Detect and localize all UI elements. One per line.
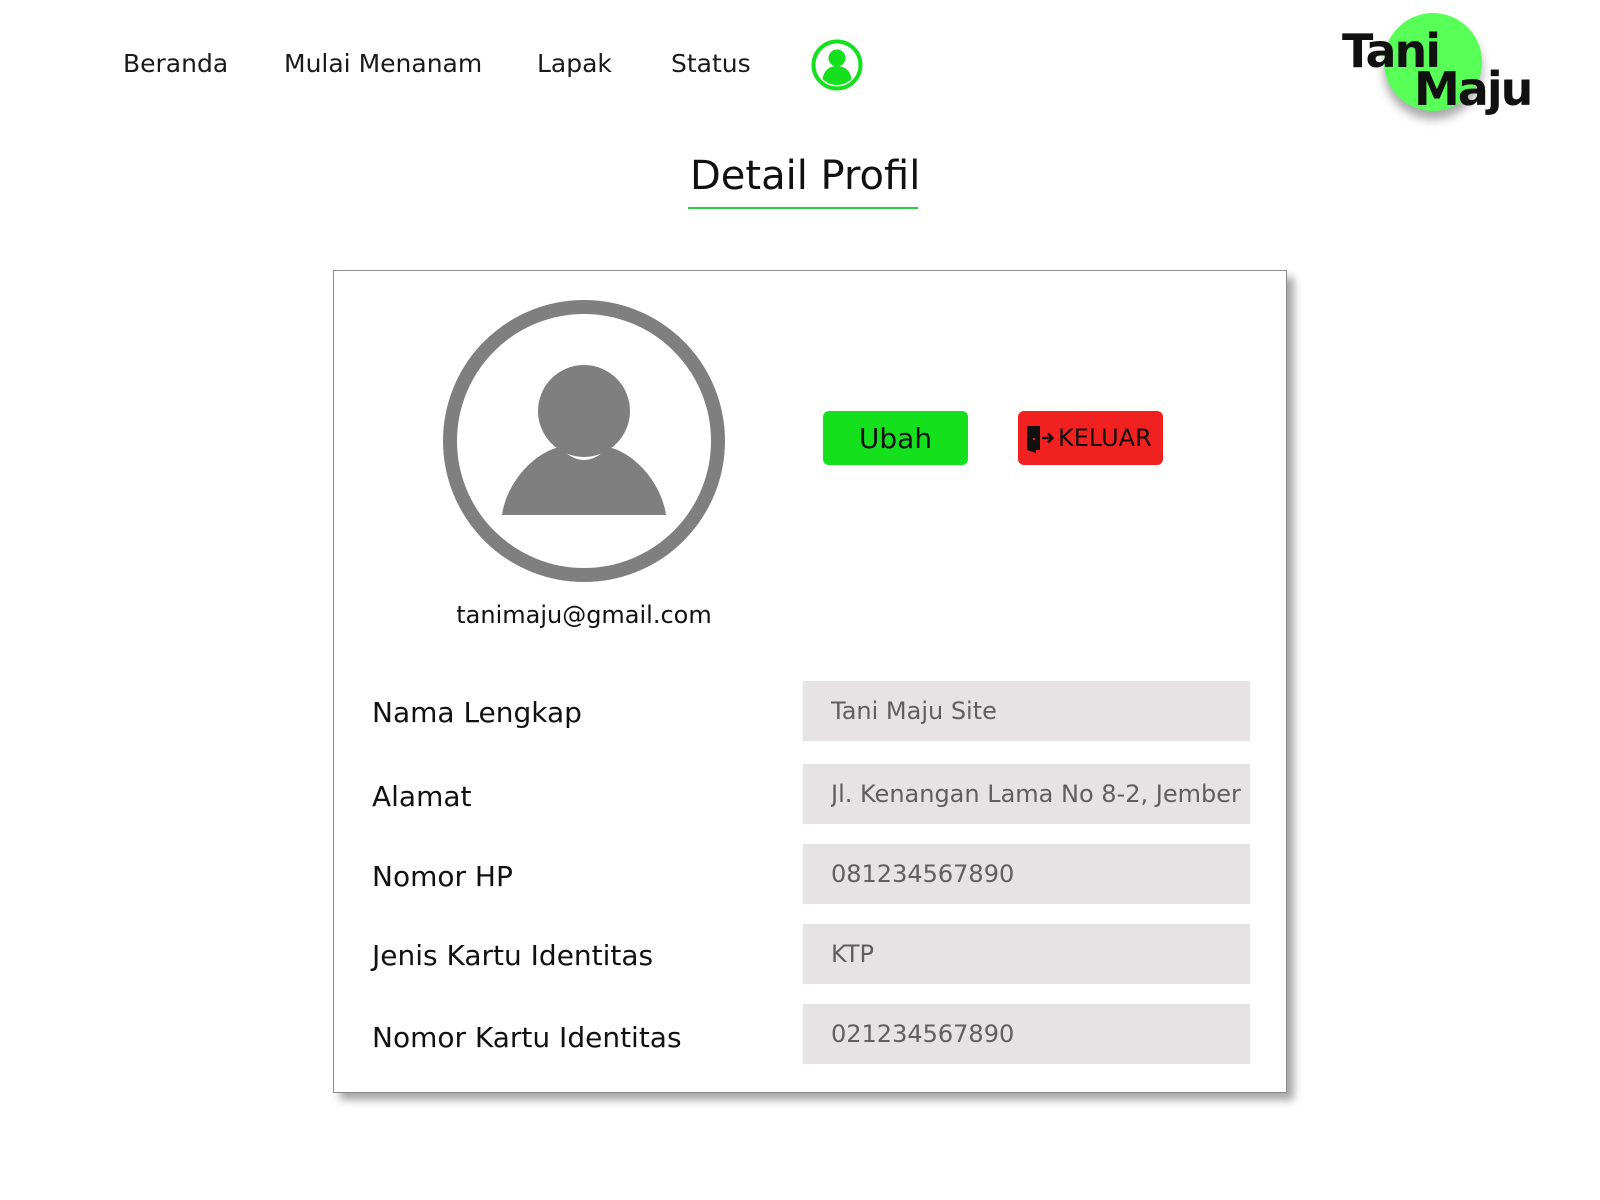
tanimaju-logo[interactable]: Tani Maju: [1340, 10, 1540, 125]
field-label-address: Alamat: [372, 780, 472, 813]
profile-card: tanimaju@gmail.com Ubah KELUAR Nama Leng…: [333, 270, 1287, 1093]
field-label-id-card-type: Jenis Kartu Identitas: [372, 939, 654, 972]
id-card-type-field[interactable]: [803, 924, 1250, 984]
user-avatar-icon: [443, 300, 725, 582]
full-name-field[interactable]: [803, 681, 1250, 741]
field-label-id-card-number: Nomor Kartu Identitas: [372, 1021, 682, 1054]
id-card-number-field[interactable]: [803, 1004, 1250, 1064]
address-field[interactable]: [803, 764, 1250, 824]
title-underline: [688, 207, 918, 209]
logout-label: KELUAR: [1058, 424, 1152, 452]
phone-field[interactable]: [803, 844, 1250, 904]
top-nav: Beranda Mulai Menanam Lapak Status: [0, 42, 900, 86]
edit-profile-button[interactable]: Ubah: [823, 411, 968, 465]
field-label-full-name: Nama Lengkap: [372, 696, 582, 729]
logo-text-maju: Maju: [1414, 62, 1533, 116]
nav-item-status[interactable]: Status: [671, 42, 751, 86]
nav-item-beranda[interactable]: Beranda: [123, 42, 228, 86]
field-label-phone: Nomor HP: [372, 860, 513, 893]
page-title: Detail Profil: [690, 153, 921, 199]
logout-button[interactable]: KELUAR: [1018, 411, 1163, 465]
user-circle-icon[interactable]: [810, 38, 864, 92]
nav-item-mulai-menanam[interactable]: Mulai Menanam: [284, 42, 482, 86]
user-email: tanimaju@gmail.com: [456, 601, 712, 629]
nav-item-lapak[interactable]: Lapak: [537, 42, 612, 86]
door-exit-icon: [1027, 426, 1055, 453]
